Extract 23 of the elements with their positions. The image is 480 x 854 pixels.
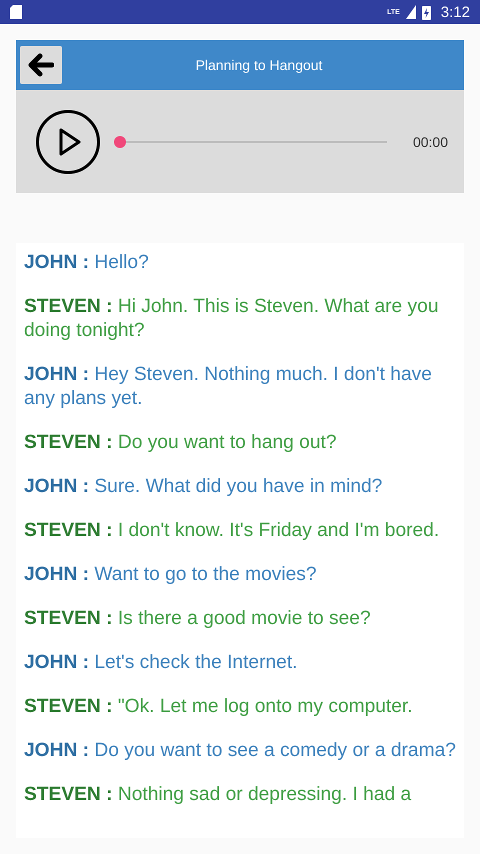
dialogue-line: JOHN : Hey Steven. Nothing much. I don't have any plans yet. (24, 363, 433, 411)
sd-card-icon (10, 5, 22, 19)
dialogue-line: JOHN : Want to go to the movies? (24, 563, 318, 587)
play-button[interactable] (36, 110, 100, 174)
play-icon (58, 126, 82, 156)
dialogue-line: STEVEN : Do you want to hang out? (24, 431, 338, 455)
clock-time: 3:12 (440, 4, 470, 20)
back-arrow-icon (28, 53, 54, 77)
dialogue-line: STEVEN : Is there a good movie to see? (24, 607, 372, 631)
dialogue-line: JOHN : Hello? (24, 251, 150, 275)
dialogue-line: STEVEN : Hi John. This is Steven. What are you doing tonight? (24, 295, 440, 343)
battery-icon (422, 4, 431, 20)
playback-time: 00:00 (412, 134, 448, 150)
dialogue-line: JOHN : Do you want to see a comedy or a drama? (24, 739, 456, 763)
signal-icon (406, 5, 416, 19)
dialogue-line: STEVEN : Nothing sad or depressing. I had a (24, 783, 412, 807)
back-button[interactable] (20, 46, 62, 84)
dialogue-line: JOHN : Sure. What did you have in mind? (24, 475, 384, 499)
dialogue-line: STEVEN : I don't know. It's Friday and I'm bored. (24, 519, 440, 543)
seek-thumb[interactable] (114, 136, 126, 148)
screen-title: Planning to Hangout (194, 57, 324, 73)
dialogue-line: JOHN : Let's check the Internet. (24, 651, 298, 675)
dialogue-line: STEVEN : "Ok. Let me log onto my computer. (24, 695, 414, 719)
